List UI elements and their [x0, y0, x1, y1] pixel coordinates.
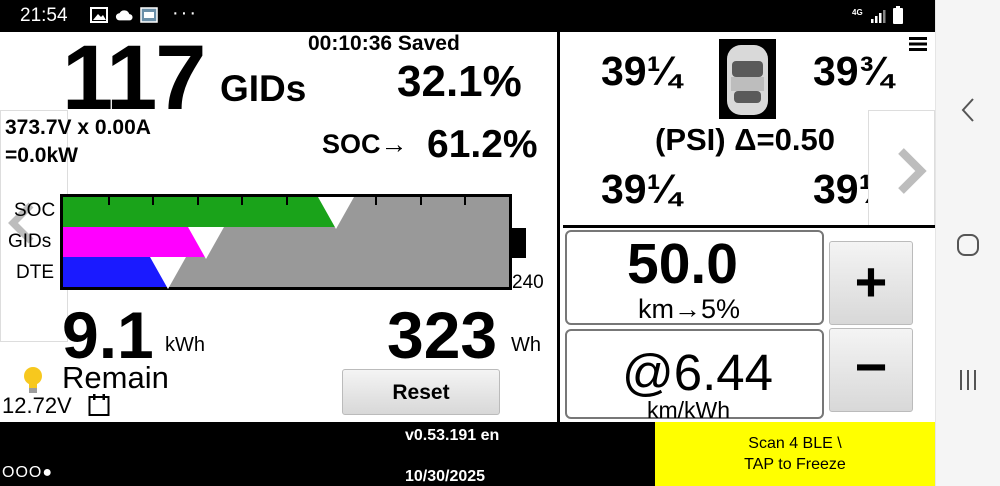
gallery-icon	[90, 7, 108, 23]
soc-bar	[63, 197, 336, 227]
chevron-right-icon	[898, 148, 927, 194]
reset-button[interactable]: Reset	[342, 369, 500, 415]
gids-label: GIDs	[220, 68, 307, 109]
scan-line-2: TAP to Freeze	[744, 456, 846, 473]
soc-label: SOC→	[322, 129, 408, 159]
next-page-button[interactable]	[868, 110, 935, 226]
bar-label-soc: SOC	[14, 200, 56, 221]
battery-icon	[893, 6, 903, 24]
cloud-icon	[115, 10, 133, 21]
soc-value: 61.2%	[427, 123, 538, 166]
connection-indicator: OOO●	[2, 464, 53, 481]
plus-button[interactable]: +	[829, 241, 913, 325]
bar-tick	[420, 197, 422, 205]
bar-tick	[375, 197, 377, 205]
tire-front-left: 39¼	[601, 48, 681, 94]
bar-label-dte: DTE	[16, 262, 54, 283]
app-notification-icon	[140, 7, 158, 23]
scan-line-1: Scan 4 BLE \	[748, 435, 842, 452]
tires-panel: 39¼ 39¾ 39¼ 39½ (PSI) Δ=0.50 50.0 km→5% …	[563, 32, 935, 423]
bar-tick	[241, 197, 243, 205]
bar-tick	[152, 197, 154, 205]
wh-value: 323	[387, 298, 498, 372]
status-time: 21:54	[20, 5, 68, 26]
app-version: v0.53.191 en	[405, 427, 500, 444]
bar-tick	[464, 197, 466, 205]
bar-tick	[108, 197, 110, 205]
bar-tick	[286, 197, 288, 205]
current-date: 10/30/2025	[405, 468, 486, 485]
bar-max-label: 240	[512, 272, 544, 293]
kwh-unit: kWh	[165, 334, 205, 356]
battery-terminal	[510, 228, 526, 258]
dte-marker	[150, 257, 186, 289]
tire-rear-left: 39¼	[601, 166, 681, 212]
timer-status: 00:10:36 Saved	[308, 32, 460, 55]
soc-marker	[318, 197, 354, 229]
gids-marker	[188, 227, 224, 259]
psi-delta: (PSI) Δ=0.50	[655, 122, 835, 157]
calendar-icon	[88, 394, 110, 416]
gids-bar	[63, 227, 206, 257]
range-sub: km→5%	[638, 294, 741, 324]
range-value: 50.0	[627, 232, 738, 296]
gids-percent: 32.1%	[397, 57, 522, 106]
gids-value: 117	[62, 27, 206, 129]
efficiency-box[interactable]: @6.44 km/kWh	[565, 329, 824, 423]
network-type: 4G	[852, 8, 863, 17]
back-icon[interactable]	[960, 97, 976, 123]
kwh-value: 9.1	[62, 298, 154, 372]
recents-icon[interactable]	[958, 369, 978, 391]
power-kw: =0.0kW	[5, 144, 78, 167]
minus-button[interactable]: −	[829, 328, 913, 412]
more-notifications-icon: ···	[172, 2, 198, 24]
bottom-bar: v0.53.191 en 10/30/2025 OOO●	[0, 422, 655, 486]
system-navigation-bar	[935, 0, 1000, 486]
panel-divider	[563, 225, 935, 228]
bar-tick	[197, 197, 199, 205]
efficiency-value: @6.44	[622, 344, 774, 401]
voltage-current: 373.7V x 0.00A	[5, 116, 151, 139]
battery-bargraph	[60, 194, 512, 290]
range-box[interactable]: 50.0 km→5%	[565, 230, 824, 325]
car-icon	[719, 39, 776, 119]
scan-ble-button[interactable]: Scan 4 BLE \ TAP to Freeze	[655, 422, 935, 486]
efficiency-unit: km/kWh	[647, 397, 731, 423]
home-icon[interactable]	[956, 233, 980, 257]
tire-front-right: 39¾	[813, 48, 893, 94]
remain-label: Remain	[62, 360, 169, 395]
bar-label-gids: GIDs	[8, 231, 52, 252]
menu-icon[interactable]	[908, 36, 928, 52]
wh-unit: Wh	[511, 334, 541, 356]
signal-icon	[871, 10, 886, 23]
lightbulb-icon[interactable]	[22, 365, 44, 395]
aux-voltage: 12.72V	[2, 393, 72, 418]
